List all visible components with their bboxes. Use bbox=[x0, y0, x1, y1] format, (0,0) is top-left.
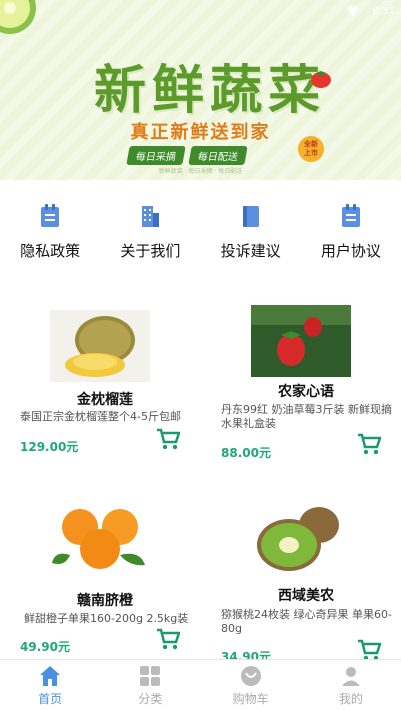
product-desc: 鲜甜橙子单果160-200g 2.5kg装 bbox=[24, 612, 189, 625]
product-name: 金枕榴莲 bbox=[77, 392, 133, 408]
document-icon bbox=[41, 204, 60, 227]
bottom-tab-bar: 首页 分类 购物车 我的 bbox=[0, 659, 401, 710]
grid-icon bbox=[140, 666, 161, 686]
menu-item-about[interactable]: 关于我们 bbox=[100, 200, 200, 270]
heart-status-icon: ♥ bbox=[346, 4, 359, 20]
tab-label: 首页 bbox=[38, 692, 63, 706]
document-icon bbox=[341, 204, 360, 227]
orange-image bbox=[52, 509, 145, 569]
tab-label: 我的 bbox=[338, 692, 363, 706]
menu-label: 投诉建议 bbox=[220, 242, 281, 260]
banner-pills: 每日采摘 每日配送 bbox=[126, 146, 248, 165]
product-desc: 泰国正宗金枕榴莲整个4-5斤包邮 bbox=[20, 410, 181, 423]
menu-label: 关于我们 bbox=[120, 242, 181, 260]
menu-item-agreement[interactable]: 用户协议 bbox=[301, 200, 401, 270]
product-desc: 猕猴桃24枚装 绿心奇异果 单果60-80g bbox=[221, 608, 392, 635]
product-name: 农家心语 bbox=[278, 384, 334, 400]
menu-item-feedback[interactable]: 投诉建议 bbox=[201, 200, 301, 270]
home-icon bbox=[40, 666, 61, 686]
product-name: 西域美农 bbox=[278, 588, 334, 604]
book-icon bbox=[242, 206, 259, 227]
building-icon bbox=[142, 206, 160, 227]
menu-label: 用户协议 bbox=[320, 242, 381, 260]
tab-category[interactable]: 分类 bbox=[100, 660, 200, 710]
quick-menu: 隐私政策 关于我们 投诉建议 用户协议 bbox=[0, 200, 401, 270]
tab-label: 分类 bbox=[138, 692, 163, 706]
lemon-image bbox=[0, 0, 36, 34]
durian-image bbox=[50, 310, 150, 382]
tab-label: 购物车 bbox=[232, 692, 269, 706]
tab-cart[interactable]: 购物车 bbox=[201, 660, 301, 710]
status-time: 8:31 bbox=[372, 6, 395, 17]
banner-slogan: 真正新鲜送到家 bbox=[130, 122, 271, 143]
promo-banner[interactable]: ♥ 8:31 新鲜蔬菜 真正新鲜送到家 每日采摘 每日配送 全新 上市 新鲜蔬菜… bbox=[0, 0, 401, 180]
product-name: 赣南脐橙 bbox=[77, 593, 133, 609]
product-desc: 丹东99红 奶油草莓3斤装 新鲜现摘水果礼盒装 bbox=[221, 403, 392, 430]
kiwi-image bbox=[257, 507, 339, 571]
product-price: 129.00元 bbox=[20, 440, 79, 454]
banner-footnote: 新鲜蔬菜 · 每日采摘 · 每日配送 bbox=[158, 168, 243, 175]
add-to-cart-icon[interactable] bbox=[357, 639, 381, 661]
new-arrival-stamp: 全新 上市 bbox=[298, 136, 324, 162]
add-to-cart-icon[interactable] bbox=[156, 428, 180, 450]
user-icon bbox=[341, 667, 360, 686]
tab-profile[interactable]: 我的 bbox=[301, 660, 401, 710]
add-to-cart-icon[interactable] bbox=[156, 628, 180, 650]
tab-home[interactable]: 首页 bbox=[0, 660, 100, 710]
tomato-image bbox=[311, 71, 331, 88]
add-to-cart-icon[interactable] bbox=[357, 433, 381, 455]
menu-item-privacy[interactable]: 隐私政策 bbox=[0, 200, 100, 270]
banner-pill: 每日采摘 bbox=[126, 146, 186, 165]
banner-pill: 每日配送 bbox=[188, 146, 248, 165]
strawberry-image bbox=[251, 305, 351, 377]
menu-label: 隐私政策 bbox=[20, 242, 81, 260]
product-price: 49.90元 bbox=[20, 640, 70, 654]
cart-icon bbox=[240, 666, 261, 686]
product-price: 88.00元 bbox=[221, 446, 271, 460]
